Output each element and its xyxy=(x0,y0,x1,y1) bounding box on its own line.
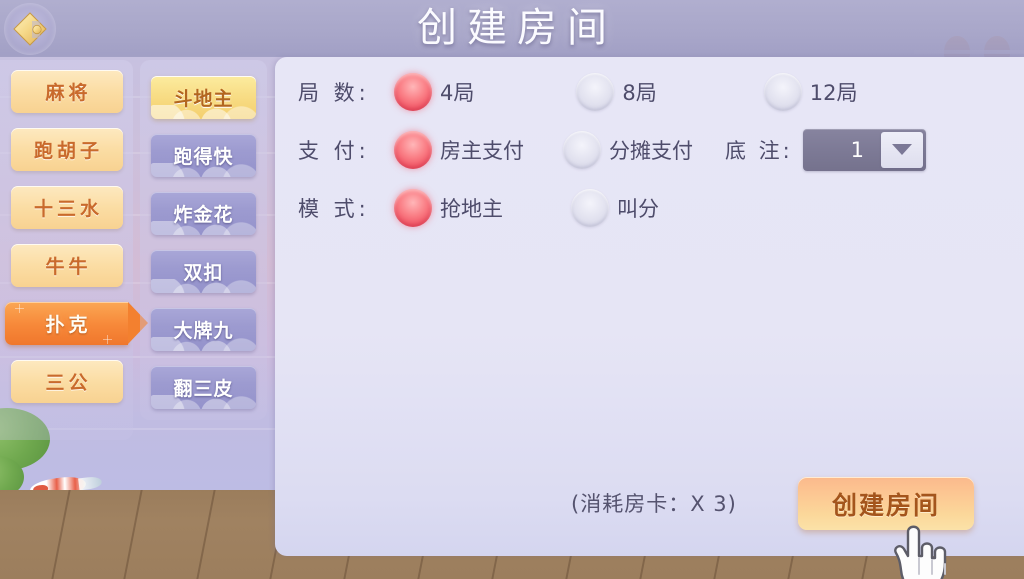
radio-icon-selected[interactable] xyxy=(394,72,432,111)
game-item-fansanpi[interactable]: 翻三皮 xyxy=(151,366,256,409)
radio-icon[interactable] xyxy=(563,130,601,169)
settings-panel: 局 数: 4局 8局 12局 支 付: 房主支付 分摊支付 底 注: 1 模 式… xyxy=(275,57,1024,556)
radio-icon[interactable] xyxy=(763,72,802,111)
game-item-zhajinhua[interactable]: 炸金花 xyxy=(151,192,256,235)
mode-row: 模 式: 抢地主 叫分 xyxy=(275,179,1024,236)
sidebar-item-label: 三公 xyxy=(45,372,92,394)
game-item-label: 大牌九 xyxy=(173,320,234,342)
game-item-label: 跑得快 xyxy=(173,146,234,168)
page-title: 创建房间 xyxy=(417,5,617,51)
rounds-option-label: 12局 xyxy=(809,80,858,105)
sidebar-item-label: 扑克 xyxy=(45,314,92,336)
game-screen: 创建房间 麻将 跑胡子 十三水 牛牛 扑克 三公 斗地主 跑得快 炸金花 双扣 … xyxy=(0,0,1024,579)
rounds-option-8[interactable]: 8局 xyxy=(576,72,657,111)
game-item-label: 炸金花 xyxy=(173,204,234,226)
rounds-label: 局 数: xyxy=(298,80,370,105)
sidebar-item-label: 跑胡子 xyxy=(33,140,103,162)
sidebar-item-label: 麻将 xyxy=(45,82,92,104)
sidebar-item-sangong[interactable]: 三公 xyxy=(10,360,123,403)
sidebar-item-niuniu[interactable]: 牛牛 xyxy=(10,244,123,287)
rounds-option-12[interactable]: 12局 xyxy=(763,72,858,111)
mode-option-call[interactable]: 叫分 xyxy=(571,188,659,227)
rounds-row: 局 数: 4局 8局 12局 xyxy=(275,63,1024,120)
game-item-label: 斗地主 xyxy=(173,88,234,110)
rounds-option-label: 4局 xyxy=(440,80,475,105)
payment-option-label: 分摊支付 xyxy=(609,138,693,163)
rounds-option-label: 8局 xyxy=(622,80,657,105)
create-room-button[interactable]: 创建房间 xyxy=(798,477,974,530)
game-item-shuangkou[interactable]: 双扣 xyxy=(151,250,256,293)
sidebar-item-label: 牛牛 xyxy=(45,256,92,278)
game-item-label: 翻三皮 xyxy=(173,378,234,400)
sidebar-item-poker[interactable]: 扑克 xyxy=(5,302,148,345)
payment-row: 支 付: 房主支付 分摊支付 底 注: 1 xyxy=(275,121,1024,178)
stake-dropdown[interactable]: 1 xyxy=(802,128,926,171)
mode-label: 模 式: xyxy=(298,196,370,221)
stake-label: 底 注: xyxy=(725,138,793,163)
sidebar-item-shisanshui[interactable]: 十三水 xyxy=(10,186,123,229)
payment-option-split[interactable]: 分摊支付 xyxy=(563,130,693,169)
create-room-label: 创建房间 xyxy=(831,490,940,520)
radio-icon[interactable] xyxy=(571,188,609,227)
game-item-doudizhu[interactable]: 斗地主 xyxy=(151,76,256,119)
radio-icon-selected[interactable] xyxy=(394,130,432,169)
sidebar-item-label: 十三水 xyxy=(33,198,103,220)
sidebar-item-paohuzi[interactable]: 跑胡子 xyxy=(10,128,123,171)
game-item-dapaijiu[interactable]: 大牌九 xyxy=(151,308,256,351)
payment-label: 支 付: xyxy=(298,138,370,163)
room-card-cost-text: (消耗房卡：X 3) xyxy=(571,492,737,516)
rounds-option-4[interactable]: 4局 xyxy=(394,72,475,111)
radio-icon-selected[interactable] xyxy=(394,188,432,227)
game-item-paodekuai[interactable]: 跑得快 xyxy=(151,134,256,177)
game-item-label: 双扣 xyxy=(183,262,224,284)
game-list-rail: 斗地主 跑得快 炸金花 双扣 大牌九 翻三皮 xyxy=(140,60,267,420)
sidebar-item-mahjong[interactable]: 麻将 xyxy=(10,70,123,113)
chevron-down-icon[interactable] xyxy=(880,131,923,168)
payment-option-host[interactable]: 房主支付 xyxy=(394,130,524,169)
mode-option-label: 抢地主 xyxy=(440,196,503,221)
sparkle-icon xyxy=(15,304,24,313)
radio-icon[interactable] xyxy=(576,72,615,111)
payment-option-label: 房主支付 xyxy=(440,138,524,163)
sparkle-icon xyxy=(103,335,112,344)
mode-option-label: 叫分 xyxy=(617,196,659,221)
category-rail: 麻将 跑胡子 十三水 牛牛 扑克 三公 xyxy=(0,60,148,440)
mode-option-grab[interactable]: 抢地主 xyxy=(394,188,503,227)
